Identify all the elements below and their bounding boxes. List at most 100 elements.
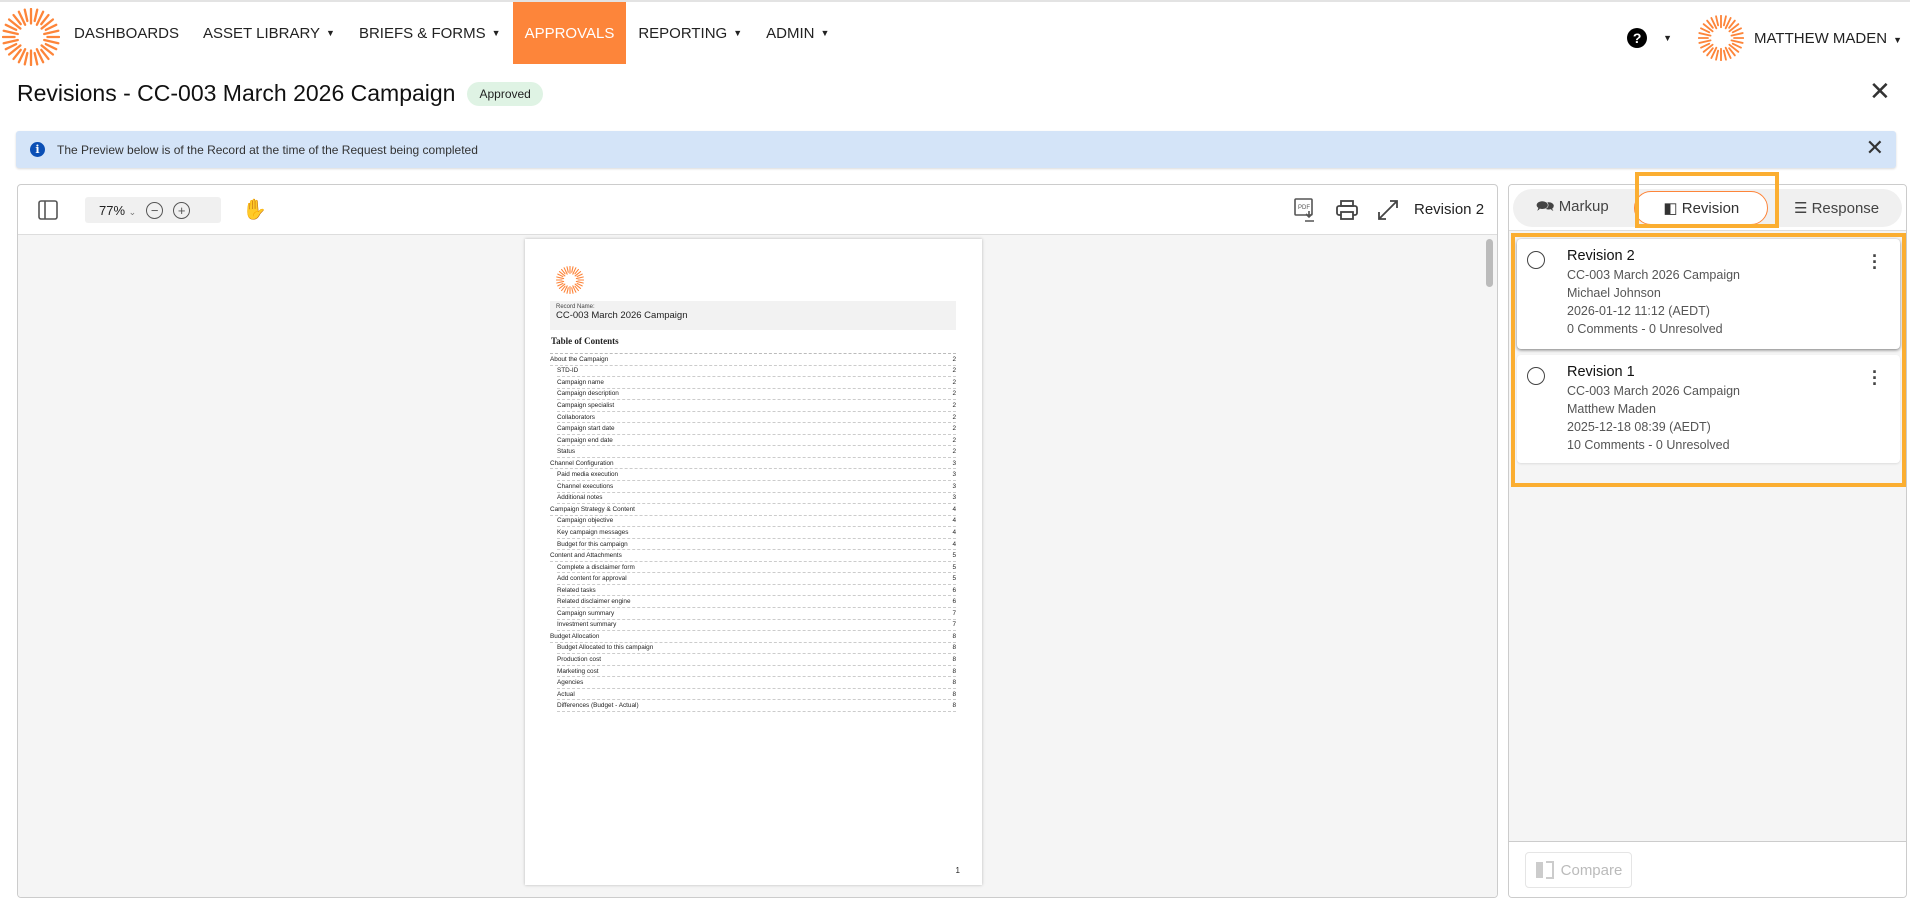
toc-entry-page: 3 [952, 494, 956, 502]
close-icon[interactable]: ✕ [1869, 78, 1891, 104]
help-caret-icon[interactable]: ▼ [1663, 33, 1672, 43]
toc-entry-title: Campaign description [557, 390, 619, 398]
toc-entry: Marketing cost 8 [557, 666, 956, 678]
toc-entry-page: 2 [952, 448, 956, 456]
page-header: Revisions - CC-003 March 2026 Campaign A… [17, 80, 543, 107]
nav-item-briefs-forms[interactable]: BRIEFS & FORMS ▼ [347, 2, 513, 64]
user-menu[interactable]: MATTHEW MADEN ▼ [1754, 30, 1902, 47]
caret-down-icon: ▼ [491, 28, 501, 38]
toc-entry-page: 5 [952, 563, 956, 571]
document-viewer: 77% ⌄ − + ✋ PDF Revision 2 Record Name: … [17, 184, 1498, 898]
nav-item-reporting[interactable]: REPORTING ▼ [626, 2, 754, 64]
user-name[interactable]: MATTHEW MADEN [1754, 30, 1887, 47]
tab-markup[interactable]: 🗪 Markup [1516, 189, 1629, 228]
page-number: 1 [955, 866, 960, 875]
toc-entry-title: Campaign end date [557, 436, 613, 444]
toc-entry-page: 2 [952, 413, 956, 421]
compare-button[interactable]: Compare [1525, 852, 1632, 888]
toc-entry-page: 7 [952, 609, 956, 617]
toc-entry-title: Campaign name [557, 378, 604, 386]
toc-entry: Content and Attachments 5 [550, 550, 956, 562]
toc-entry-title: Channel Configuration [550, 459, 614, 467]
toc-entry-page: 7 [952, 621, 956, 629]
toc-entry-title: STD-ID [557, 367, 579, 375]
toc-entry-page: 2 [952, 355, 956, 363]
brand-logo[interactable] [2, 8, 60, 66]
document-logo [556, 266, 584, 294]
toc-entry: Related disclaimer engine 6 [557, 596, 956, 609]
toc-entry-page: 2 [952, 367, 956, 375]
info-icon: i [30, 142, 45, 157]
toc-entry-page: 8 [952, 679, 956, 687]
toc-entry: Campaign objective 4 [557, 516, 956, 528]
toc-entry-page: 3 [952, 459, 956, 467]
nav-item-asset-library[interactable]: ASSET LIBRARY ▼ [191, 2, 347, 64]
viewer-canvas[interactable]: Record Name: CC-003 March 2026 Campaign … [18, 235, 1497, 897]
panel-footer: Compare [1509, 841, 1906, 897]
toc-entry-title: Budget Allocation [550, 632, 600, 640]
nav-item-label: BRIEFS & FORMS [358, 24, 486, 42]
zoom-out-icon[interactable]: − [146, 201, 164, 219]
toc-entry: About the Campaign 2 [550, 354, 956, 366]
tab-response[interactable]: ☰ Response [1774, 192, 1899, 224]
zoom-level-select[interactable]: 77% ⌄ [99, 203, 136, 218]
toc-title: Table of Contents [551, 336, 619, 346]
toc-entry-page: 2 [952, 378, 956, 386]
toc-entry: STD-ID 2 [557, 366, 956, 378]
print-icon[interactable] [1336, 200, 1358, 220]
banner-text: The Preview below is of the Record at th… [57, 142, 478, 157]
top-nav: DASHBOARDS ASSET LIBRARY ▼ BRIEFS & FORMS ▼ A… [0, 0, 1910, 74]
nav-item-approvals[interactable]: APPROVALS [512, 2, 627, 64]
nav-item-label: APPROVALS [524, 24, 615, 42]
toc-entry: Campaign specialist 2 [557, 400, 956, 412]
toc-entry-title: Related tasks [557, 586, 596, 594]
banner-close-icon[interactable]: ✕ [1866, 137, 1884, 159]
toc-entry-page: 8 [952, 690, 956, 698]
highlight-revision-list [1511, 233, 1906, 487]
fullscreen-icon[interactable] [1377, 199, 1399, 221]
pdf-download-icon[interactable]: PDF [1294, 198, 1316, 222]
toc-entry-page: 4 [952, 505, 956, 513]
toc-entry-page: 5 [952, 552, 956, 560]
markup-icon: 🗪 [1535, 197, 1555, 215]
toc-entry-title: Budget for this campaign [557, 540, 628, 548]
status-badge: Approved [467, 81, 543, 106]
toc-entry: Collaborators 2 [557, 412, 956, 424]
toc-entry-page: 2 [952, 436, 956, 444]
toc-entry: Production cost 8 [557, 654, 956, 666]
toc-entry-title: Paid media execution [557, 471, 619, 479]
nav-item-dashboards[interactable]: DASHBOARDS [62, 2, 191, 64]
toc-entry-page: 4 [952, 528, 956, 536]
nav-item-label: REPORTING [638, 24, 728, 42]
toc-entry-page: 8 [952, 644, 956, 652]
toc-entry-page: 2 [952, 425, 956, 433]
nav-item-admin[interactable]: ADMIN ▼ [754, 2, 841, 64]
help-icon[interactable]: ? [1627, 28, 1648, 48]
toc-entry-page: 5 [952, 575, 956, 583]
nav-menu: DASHBOARDS ASSET LIBRARY ▼ BRIEFS & FORMS ▼ A… [62, 2, 841, 74]
toc-entry-title: Marketing cost [557, 667, 599, 675]
toc-entry-page: 2 [952, 401, 956, 409]
toc-entry: Channel executions 3 [557, 481, 956, 493]
zoom-in-icon[interactable]: + [173, 201, 191, 219]
pan-hand-icon[interactable]: ✋ [242, 197, 267, 222]
toc-entry: Budget Allocation 8 [550, 631, 956, 643]
toc-entry-page: 4 [952, 540, 956, 548]
vertical-scrollbar[interactable] [1486, 239, 1493, 287]
toc-entry: Differences (Budget - Actual) 8 [557, 700, 956, 712]
toc-entry-title: Differences (Budget - Actual) [557, 702, 639, 710]
toc-entry-title: Content and Attachments [550, 552, 622, 560]
toc-entry-page: 8 [952, 667, 956, 675]
toc-entry-title: Production cost [557, 655, 602, 663]
toc-entry: Budget for this campaign 4 [557, 539, 956, 551]
document-page: Record Name: CC-003 March 2026 Campaign … [525, 239, 982, 885]
toc-entry-title: Additional notes [557, 494, 603, 502]
toc-entry: Campaign end date 2 [557, 435, 956, 447]
toc-entry-title: Budget Allocated to this campaign [557, 644, 654, 652]
record-name-value: CC-003 March 2026 Campaign [556, 310, 688, 321]
response-icon: ☰ [1793, 200, 1808, 217]
user-avatar[interactable] [1698, 15, 1745, 61]
toc-entry: Complete a disclaimer form 5 [557, 562, 956, 574]
sidebar-toggle-icon[interactable] [38, 200, 58, 220]
toc-entry: Status 2 [557, 446, 956, 458]
